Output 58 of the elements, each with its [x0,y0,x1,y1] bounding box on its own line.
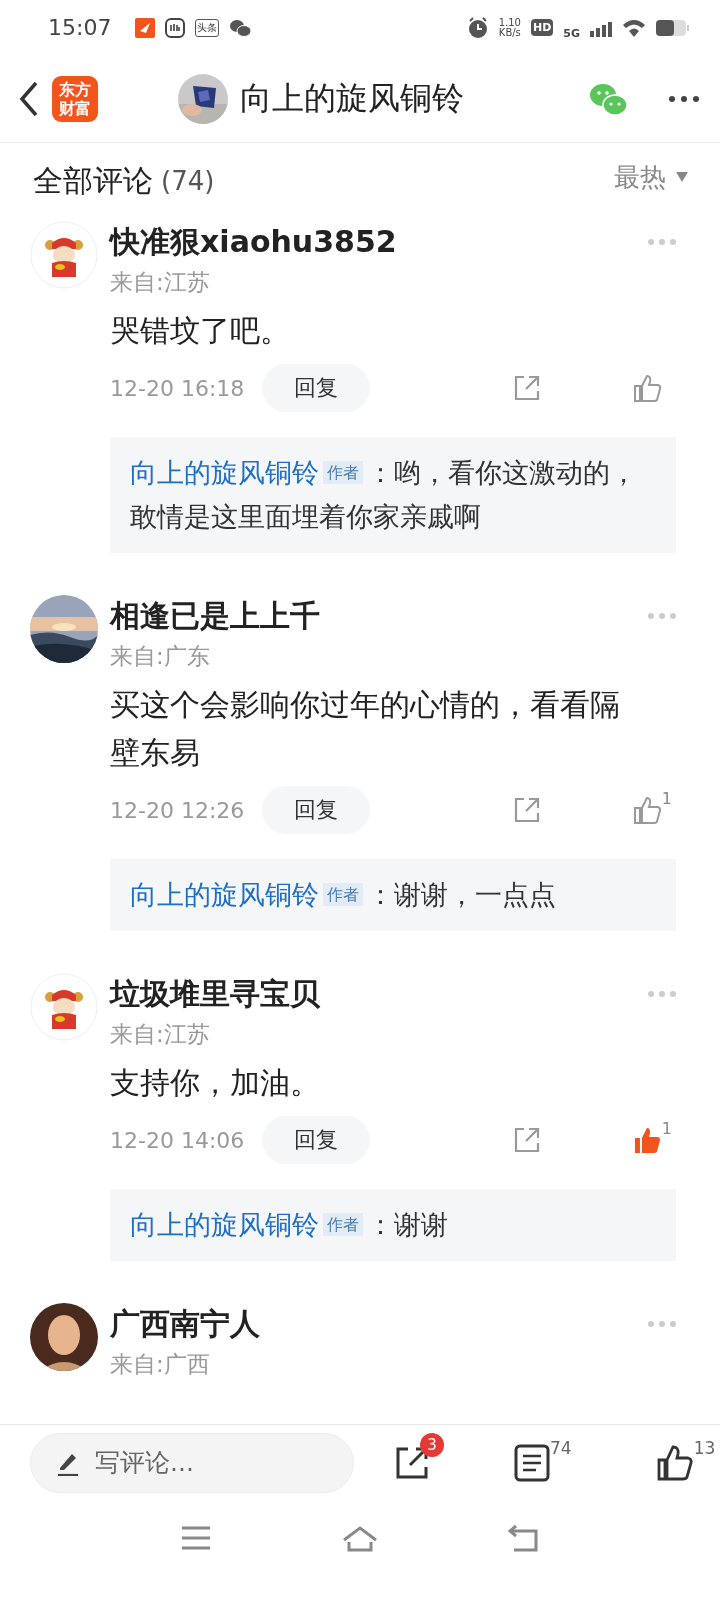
hd-indicator: HD [530,19,554,36]
user-location: 来自:广东 [110,642,211,671]
network-type: 5G [563,27,580,40]
reply-button[interactable]: 回复 [262,364,370,412]
comment-text: 买这个会影响你过年的心情的，看看隔壁东易 [110,686,621,772]
comment-time: 12-20 16:18 [110,375,246,401]
like-count: 1 [661,1119,672,1138]
user-name[interactable]: 快准狠xiaohu3852 [110,221,397,263]
reply-author-link[interactable]: 向上的旋风铜铃 [130,457,319,488]
like-count: 13 [693,1437,716,1458]
user-location: 来自:江苏 [110,268,211,297]
user-name[interactable]: 广西南宁人 [110,1303,260,1345]
thumbs-up-icon[interactable] [632,373,662,403]
more-icon[interactable] [668,94,700,103]
user-location: 来自:江苏 [110,1020,211,1049]
author-reply: 向上的旋风铜铃 $^{作者}$ ：哟，看你这激动的，敢情是这里面埋着你家亲戚啊 [110,437,676,553]
thumbs-up-icon[interactable] [632,1125,662,1155]
author-reply: 向上的旋风铜铃 $^{作者}$ ：谢谢，一点点 [110,859,676,931]
reply-author-link[interactable]: 向上的旋风铜铃 [130,879,319,910]
app-notification-icon: 头条 [195,18,220,37]
network-speed: 1.10 [498,17,521,28]
thumbs-up-icon[interactable] [632,795,662,825]
section-title: 全部评论 [33,161,153,200]
comment-list-icon[interactable] [514,1443,550,1482]
thumbs-up-icon[interactable] [655,1443,694,1482]
comment-count: (74) [161,166,215,196]
reply-button[interactable]: 回复 [262,786,370,834]
app-notification-icon [135,17,156,38]
battery-icon [656,18,690,37]
speed-unit: KB/s [498,27,521,38]
author-badge: 作者 [323,883,363,906]
home-icon[interactable] [342,1524,378,1552]
user-name[interactable]: 相逢已是上上千 [110,595,320,637]
comment-text: 支持你，加油。 [110,1064,321,1102]
author-title: 向上的旋风铜铃 [240,77,464,119]
comment-text: 哭错坟了吧。 [110,312,291,350]
author-reply: 向上的旋风铜铃 $^{作者}$ ：谢谢 [110,1189,676,1261]
alarm-icon [466,16,489,39]
avatar-cartoon-icon [30,973,98,1041]
user-location: 来自:广西 [110,1350,211,1379]
user-name[interactable]: 垃圾堆里寻宝贝 [110,973,320,1015]
like-count: 1 [661,789,672,808]
comment-input-field[interactable]: 写评论... [30,1432,354,1493]
author-badge: 作者 [323,1213,363,1236]
caret-icon [676,172,688,182]
menu-icon[interactable] [180,1525,212,1551]
comment-time: 12-20 12:26 [110,797,246,823]
comment-time: 12-20 14:06 [110,1127,246,1153]
avatar-cartoon-icon [30,221,98,289]
author-badge: 作者 [323,461,363,484]
sort-dropdown[interactable]: 最热 [614,159,688,195]
notification-badge: 3 [420,1432,444,1457]
status-time: 15:07 [48,15,112,40]
reply-button[interactable]: 回复 [262,1116,370,1164]
comment-count: 74 [550,1437,572,1458]
wifi-icon [622,17,646,38]
reply-author-link[interactable]: 向上的旋风铜铃 [130,1209,319,1240]
chat-bubbles-icon [229,18,253,37]
